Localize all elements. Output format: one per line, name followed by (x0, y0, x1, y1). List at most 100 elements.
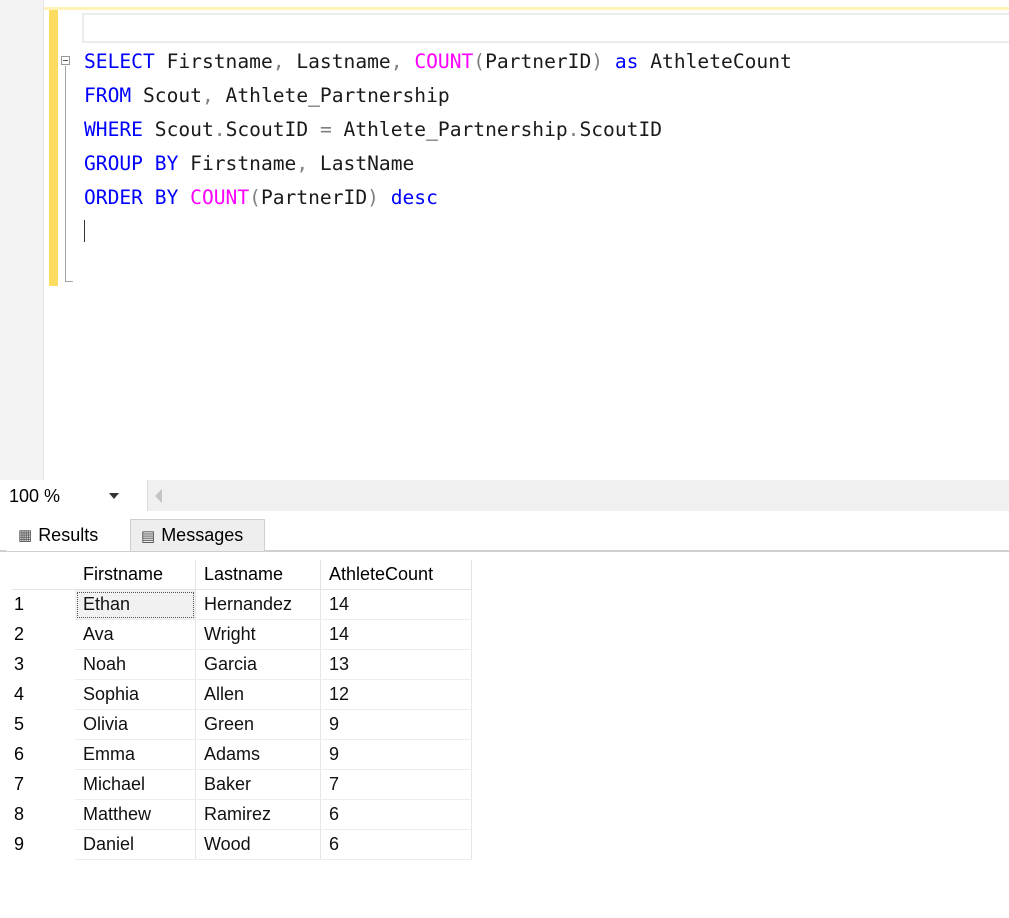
code-token: SELECT (84, 50, 155, 73)
table-row[interactable]: 1 Ethan Hernandez 14 (12, 589, 472, 620)
code-token: Athlete_Partnership (331, 118, 568, 141)
cell-lastname[interactable]: Green (195, 709, 321, 740)
table-row[interactable]: 4 Sophia Allen 12 (12, 679, 472, 710)
row-number[interactable]: 1 (12, 590, 75, 620)
table-row[interactable]: 7 Michael Baker 7 (12, 769, 472, 800)
cell-lastname[interactable]: Wright (195, 619, 321, 650)
code-token: ScoutID (579, 118, 663, 141)
cell-athletecount[interactable]: 12 (320, 679, 472, 710)
code-token: , (390, 50, 403, 73)
cell-athletecount[interactable]: 6 (320, 799, 472, 830)
cell-firstname[interactable]: Michael (75, 769, 196, 800)
code-token: AthleteCount (638, 50, 792, 73)
column-header-firstname[interactable]: Firstname (75, 560, 196, 590)
code-line[interactable]: GROUP BY Firstname, LastName (84, 147, 792, 181)
row-number[interactable]: 7 (12, 770, 75, 800)
code-token: FROM (84, 84, 132, 107)
cell-firstname[interactable]: Daniel (75, 829, 196, 860)
code-line[interactable]: SELECT Firstname, Lastname, COUNT(Partne… (84, 45, 792, 79)
row-number[interactable]: 6 (12, 740, 75, 770)
code-token: . (567, 118, 580, 141)
code-token: COUNT (414, 50, 474, 73)
code-token: = (319, 118, 332, 141)
cell-athletecount[interactable]: 6 (320, 829, 472, 860)
row-number[interactable]: 4 (12, 680, 75, 710)
zoom-bar: 100 % (0, 480, 1009, 511)
code-token: PartnerID (260, 186, 368, 209)
cell-firstname[interactable]: Emma (75, 739, 196, 770)
cell-lastname[interactable]: Garcia (195, 649, 321, 680)
cell-athletecount[interactable]: 14 (320, 619, 472, 650)
cell-firstname[interactable]: Matthew (75, 799, 196, 830)
row-number[interactable]: 3 (12, 650, 75, 680)
cell-firstname[interactable]: Olivia (75, 709, 196, 740)
table-row[interactable]: 8 Matthew Ramirez 6 (12, 799, 472, 830)
tab-results-label: Results (38, 524, 99, 545)
editor-margin (0, 0, 44, 480)
code-token: , (201, 84, 214, 107)
cell-athletecount[interactable]: 13 (320, 649, 472, 680)
code-line[interactable]: FROM Scout, Athlete_Partnership (84, 79, 792, 113)
tab-messages[interactable]: ▤ Messages (130, 519, 265, 551)
chevron-down-icon[interactable] (109, 493, 119, 499)
table-row[interactable]: 2 Ava Wright 14 (12, 619, 472, 650)
table-row[interactable]: 9 Daniel Wood 6 (12, 829, 472, 860)
code-token: ORDER BY (84, 186, 179, 209)
tab-results[interactable]: ▦ Results (6, 519, 130, 551)
cell-lastname[interactable]: Baker (195, 769, 321, 800)
cell-firstname[interactable]: Ava (75, 619, 196, 650)
cell-firstname[interactable]: Noah (75, 649, 196, 680)
cell-lastname[interactable]: Adams (195, 739, 321, 770)
current-line-highlight (82, 13, 1009, 43)
column-header-athletecount[interactable]: AthleteCount (320, 560, 472, 590)
code-line[interactable]: WHERE Scout.ScoutID = Athlete_Partnershi… (84, 113, 792, 147)
table-row[interactable]: 5 Olivia Green 9 (12, 709, 472, 740)
cell-athletecount[interactable]: 9 (320, 709, 472, 740)
cell-athletecount[interactable]: 7 (320, 769, 472, 800)
code-token: desc (390, 186, 438, 209)
cell-athletecount[interactable]: 9 (320, 739, 472, 770)
unsaved-change-bar (49, 10, 58, 286)
code-token: ) (591, 50, 604, 73)
code-token: LastName (308, 152, 415, 175)
scroll-left-icon[interactable] (155, 489, 162, 503)
row-number[interactable]: 2 (12, 620, 75, 650)
query-editor[interactable]: SELECT Firstname, Lastname, COUNT(Partne… (0, 0, 1009, 480)
tab-messages-label: Messages (161, 525, 244, 545)
zoom-value: 100 % (9, 486, 61, 506)
code-line[interactable]: ORDER BY COUNT(PartnerID) desc (84, 181, 792, 215)
row-number[interactable]: 8 (12, 800, 75, 830)
code-token: ( (473, 50, 486, 73)
column-header-lastname[interactable]: Lastname (195, 560, 321, 590)
table-row[interactable]: 6 Emma Adams 9 (12, 739, 472, 770)
sql-code[interactable]: SELECT Firstname, Lastname, COUNT(Partne… (84, 45, 792, 215)
code-token: ) (367, 186, 379, 209)
cell-athletecount[interactable]: 14 (320, 589, 472, 620)
collapse-toggle-icon[interactable] (61, 56, 70, 65)
table-row[interactable]: 3 Noah Garcia 13 (12, 649, 472, 680)
zoom-select[interactable]: 100 % (0, 480, 148, 511)
code-token: Scout (131, 84, 202, 107)
cell-lastname[interactable]: Allen (195, 679, 321, 710)
code-token: Lastname (284, 50, 391, 73)
code-token: WHERE (84, 118, 143, 141)
horizontal-scrollbar[interactable] (170, 480, 1009, 511)
code-fold-line (65, 66, 66, 282)
cell-firstname[interactable]: Sophia (75, 679, 196, 710)
code-token: , (272, 50, 285, 73)
row-number[interactable]: 9 (12, 830, 75, 860)
editor-top-highlight (0, 7, 1009, 10)
code-token: PartnerID (485, 50, 592, 73)
code-token: , (296, 152, 309, 175)
cell-lastname[interactable]: Ramirez (195, 799, 321, 830)
code-token: . (213, 118, 226, 141)
results-pane: Firstname Lastname AthleteCount 1 Ethan He… (0, 551, 1009, 918)
row-number[interactable]: 5 (12, 710, 75, 740)
cell-firstname[interactable]: Ethan (75, 589, 196, 620)
grid-body: 1 Ethan Hernandez 14 2 Ava Wright 14 3 Noah Garcia… (12, 589, 472, 860)
grid-icon: ▦ (18, 527, 33, 544)
cell-lastname[interactable]: Wood (195, 829, 321, 860)
cell-lastname[interactable]: Hernandez (195, 589, 321, 620)
